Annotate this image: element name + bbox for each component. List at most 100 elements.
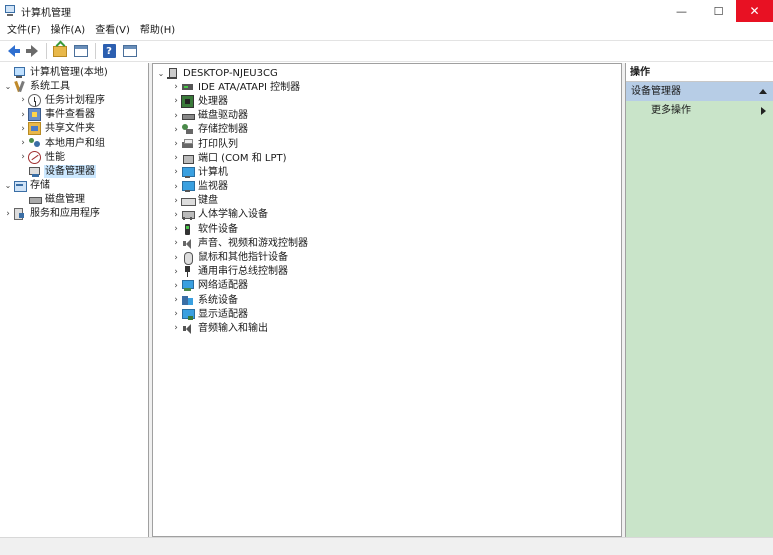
chevron-right-icon[interactable]: › xyxy=(3,207,13,221)
device-category-row[interactable]: › 音频输入和输出 xyxy=(153,321,621,335)
device-category-row[interactable]: › 监视器 xyxy=(153,180,621,194)
back-button[interactable] xyxy=(2,42,20,60)
chevron-right-icon[interactable]: › xyxy=(171,151,181,165)
processor-icon xyxy=(181,94,194,108)
chevron-right-icon[interactable]: › xyxy=(171,265,181,279)
collapse-up-icon[interactable] xyxy=(759,89,767,94)
chevron-right-icon[interactable]: › xyxy=(171,123,181,137)
menu-file[interactable]: 文件(F) xyxy=(2,22,46,40)
chevron-right-icon[interactable]: › xyxy=(18,93,28,107)
tree-item[interactable]: › 事件查看器 xyxy=(0,108,148,122)
device-category-label: 通用串行总线控制器 xyxy=(198,266,288,278)
chevron-right-icon[interactable]: › xyxy=(171,222,181,236)
chevron-right-icon[interactable]: › xyxy=(171,137,181,151)
chevron-right-icon[interactable]: › xyxy=(18,136,28,150)
port-icon xyxy=(181,152,194,165)
forward-arrow-icon xyxy=(26,45,38,57)
device-category-row[interactable]: › 网络适配器 xyxy=(153,279,621,293)
device-category-row[interactable]: › 系统设备 xyxy=(153,293,621,307)
tree-item-label: 存储 xyxy=(30,180,50,192)
chevron-right-icon[interactable]: › xyxy=(171,279,181,293)
local-users-groups-icon xyxy=(28,137,41,150)
device-category-row[interactable]: › 处理器 xyxy=(153,94,621,108)
device-category-row[interactable]: › 计算机 xyxy=(153,165,621,179)
tree-item[interactable]: › 服务和应用程序 xyxy=(0,207,148,221)
device-category-row[interactable]: › 通用串行总线控制器 xyxy=(153,265,621,279)
chevron-right-icon[interactable]: › xyxy=(18,150,28,164)
desktop-computer-icon xyxy=(166,67,179,80)
menu-help[interactable]: 帮助(H) xyxy=(135,22,180,40)
device-category-row[interactable]: › 声音、视频和游戏控制器 xyxy=(153,236,621,250)
properties-button[interactable] xyxy=(121,42,139,60)
monitor-icon xyxy=(181,180,195,193)
maximize-button[interactable]: ☐ xyxy=(700,0,737,22)
chevron-right-icon[interactable]: › xyxy=(171,109,181,123)
computer-icon xyxy=(181,166,195,179)
device-category-row[interactable]: › 磁盘驱动器 xyxy=(153,109,621,123)
chevron-right-icon[interactable]: › xyxy=(18,108,28,122)
menu-view[interactable]: 查看(V) xyxy=(90,22,135,40)
close-button[interactable]: ✕ xyxy=(736,0,773,22)
show-hide-tree-icon xyxy=(74,45,88,57)
chevron-down-icon[interactable]: ⌄ xyxy=(3,179,13,193)
more-actions-item[interactable]: 更多操作 xyxy=(626,102,773,120)
tree-item-label: 事件查看器 xyxy=(45,109,95,121)
chevron-right-icon[interactable]: › xyxy=(171,208,181,222)
device-category-row[interactable]: › 打印队列 xyxy=(153,137,621,151)
tree-item[interactable]: 计算机管理(本地) xyxy=(0,65,148,79)
tree-item[interactable]: ⌄ 存储 xyxy=(0,179,148,193)
menu-action[interactable]: 操作(A) xyxy=(46,22,91,40)
tree-item[interactable]: 设备管理器 xyxy=(0,164,148,178)
chevron-right-icon[interactable]: › xyxy=(171,165,181,179)
usb-icon xyxy=(181,265,194,278)
chevron-right-icon[interactable]: › xyxy=(171,251,181,265)
minimize-button[interactable]: — xyxy=(663,0,700,22)
tree-item[interactable]: › 本地用户和组 xyxy=(0,136,148,150)
device-category-row[interactable]: › 端口 (COM 和 LPT) xyxy=(153,151,621,165)
tree-item[interactable]: 磁盘管理 xyxy=(0,193,148,207)
event-viewer-icon xyxy=(28,108,41,122)
device-category-label: 打印队列 xyxy=(198,138,238,150)
window-title: 计算机管理 xyxy=(21,7,71,19)
help-button[interactable]: ? xyxy=(100,42,118,60)
tree-item-label: 共享文件夹 xyxy=(45,123,95,135)
device-category-row[interactable]: › 存储控制器 xyxy=(153,123,621,137)
toolbar-separator xyxy=(46,43,47,59)
device-root-row[interactable]: ⌄ DESKTOP-NJEU3CG xyxy=(153,66,621,80)
system-device-icon xyxy=(181,294,194,307)
tree-item[interactable]: › 性能 xyxy=(0,150,148,164)
software-device-icon xyxy=(181,223,194,236)
title-bar: 计算机管理 — ☐ ✕ xyxy=(0,0,773,22)
device-category-row[interactable]: › IDE ATA/ATAPI 控制器 xyxy=(153,80,621,94)
up-level-button[interactable] xyxy=(51,42,69,60)
services-applications-icon xyxy=(13,207,26,221)
device-category-row[interactable]: › 人体学输入设备 xyxy=(153,208,621,222)
tree-item[interactable]: › 共享文件夹 xyxy=(0,122,148,136)
chevron-right-icon[interactable]: › xyxy=(171,80,181,94)
chevron-right-icon[interactable]: › xyxy=(171,236,181,250)
tree-item[interactable]: ⌄ 系统工具 xyxy=(0,79,148,93)
actions-section-device-manager[interactable]: 设备管理器 xyxy=(626,82,773,101)
device-category-row[interactable]: › 显示适配器 xyxy=(153,307,621,321)
computer-management-local-icon xyxy=(13,66,26,79)
device-category-row[interactable]: › 软件设备 xyxy=(153,222,621,236)
chevron-right-icon[interactable]: › xyxy=(171,194,181,208)
device-category-row[interactable]: › 键盘 xyxy=(153,194,621,208)
chevron-right-icon[interactable]: › xyxy=(171,321,181,335)
chevron-right-icon[interactable]: › xyxy=(18,122,28,136)
forward-button[interactable] xyxy=(23,42,41,60)
disk-drive-icon xyxy=(181,109,195,122)
chevron-right-icon[interactable]: › xyxy=(171,94,181,108)
chevron-right-icon[interactable]: › xyxy=(171,293,181,307)
display-adapter-icon xyxy=(181,308,195,321)
up-folder-icon xyxy=(53,45,67,57)
tree-item-label: 性能 xyxy=(45,151,65,163)
chevron-right-icon[interactable]: › xyxy=(171,307,181,321)
chevron-down-icon[interactable]: ⌄ xyxy=(156,66,166,80)
sound-icon xyxy=(181,237,194,250)
device-category-row[interactable]: › 鼠标和其他指针设备 xyxy=(153,250,621,266)
chevron-down-icon[interactable]: ⌄ xyxy=(3,79,13,93)
tree-item[interactable]: › 任务计划程序 xyxy=(0,93,148,107)
show-hide-tree-button[interactable] xyxy=(72,42,90,60)
chevron-right-icon[interactable]: › xyxy=(171,180,181,194)
